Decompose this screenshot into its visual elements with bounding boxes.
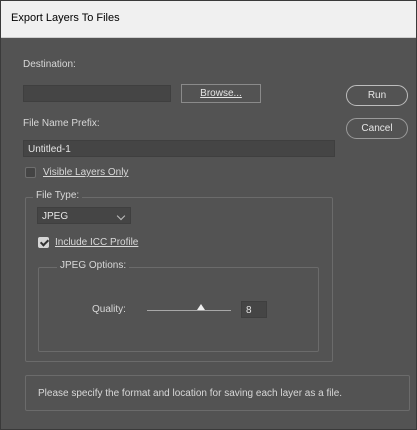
- destination-field[interactable]: [23, 85, 171, 102]
- run-button-label: Run: [367, 90, 387, 101]
- prefix-field[interactable]: Untitled-1: [23, 140, 335, 157]
- status-panel: Please specify the format and location f…: [25, 375, 410, 411]
- chevron-down-icon: [116, 211, 126, 221]
- browse-button-label: Browse...: [200, 88, 242, 99]
- file-type-select[interactable]: JPEG: [37, 207, 131, 224]
- file-type-selected: JPEG: [42, 211, 69, 222]
- cancel-button-label: Cancel: [361, 123, 393, 134]
- quality-slider-thumb[interactable]: [197, 304, 205, 310]
- quality-label: Quality:: [92, 304, 126, 315]
- file-type-legend: File Type:: [33, 190, 83, 201]
- prefix-label: File Name Prefix:: [23, 118, 100, 129]
- destination-label: Destination:: [23, 59, 76, 70]
- status-message: Please specify the format and location f…: [38, 388, 343, 399]
- run-button[interactable]: Run: [346, 85, 408, 106]
- visible-layers-checkbox[interactable]: [25, 167, 36, 178]
- include-icc-checkbox[interactable]: [38, 237, 49, 248]
- cancel-button[interactable]: Cancel: [346, 118, 408, 139]
- export-layers-dialog: Export Layers To Files Destination: Brow…: [0, 0, 417, 430]
- include-icc-label: Include ICC Profile: [55, 237, 139, 248]
- jpeg-options-legend: JPEG Options:: [57, 260, 130, 271]
- window-title: Export Layers To Files: [11, 12, 120, 24]
- quality-slider-track[interactable]: [147, 310, 231, 311]
- browse-button[interactable]: Browse...: [181, 84, 261, 103]
- visible-layers-label: Visible Layers Only: [43, 167, 129, 178]
- title-bar: Export Layers To Files: [1, 1, 416, 38]
- quality-value-field[interactable]: 8: [241, 301, 267, 318]
